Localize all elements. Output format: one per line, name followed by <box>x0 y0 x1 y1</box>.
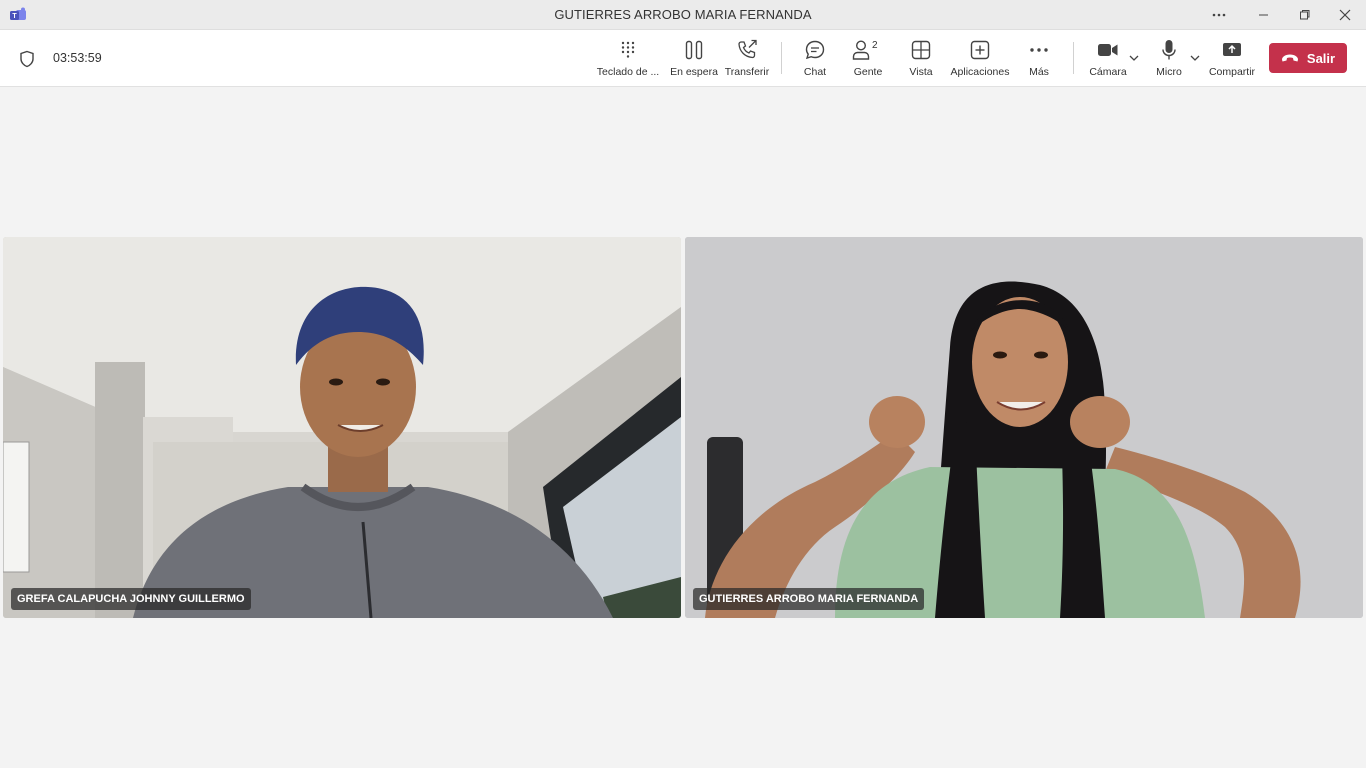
more-button[interactable]: Más <box>1022 39 1056 81</box>
minimize-button[interactable] <box>1243 0 1283 29</box>
window-title: GUTIERRES ARROBO MARIA FERNANDA <box>554 7 812 22</box>
video-stage: GREFA CALAPUCHA JOHNNY GUILLERMO GUTIERR… <box>0 87 1366 768</box>
transfer-label: Transferir <box>724 66 770 78</box>
mic-icon <box>1162 40 1176 60</box>
apps-label: Aplicaciones <box>950 66 1010 78</box>
close-icon <box>1339 9 1351 20</box>
toolbar-divider <box>781 42 782 74</box>
dialpad-label: Teclado de ... <box>596 66 660 78</box>
camera-label: Cámara <box>1089 66 1127 78</box>
people-label: Gente <box>853 66 883 78</box>
dialpad-icon <box>621 41 635 58</box>
chat-icon <box>805 40 825 60</box>
call-timer: 03:53:59 <box>53 51 102 65</box>
call-toolbar: 03:53:59 Teclado de ... En espera Transf… <box>0 30 1366 87</box>
share-icon <box>1223 43 1241 56</box>
more-icon <box>1212 13 1226 16</box>
people-icon <box>852 40 870 60</box>
participant-video-tile[interactable]: GREFA CALAPUCHA JOHNNY GUILLERMO <box>3 237 681 618</box>
participant-video-tile[interactable]: GUTIERRES ARROBO MARIA FERNANDA <box>685 237 1363 618</box>
view-icon <box>911 40 931 60</box>
hold-icon <box>685 40 703 60</box>
people-button[interactable]: 2 Gente <box>848 39 888 81</box>
mic-options-chevron-down-icon[interactable] <box>1190 53 1200 63</box>
hold-button[interactable]: En espera <box>670 39 718 81</box>
more-icon <box>1030 48 1048 52</box>
transfer-button[interactable]: Transferir <box>724 39 770 81</box>
title-bar: T GUTIERRES ARROBO MARIA FERNANDA <box>0 0 1366 30</box>
leave-button[interactable]: Salir <box>1269 43 1347 73</box>
toolbar-divider <box>1073 42 1074 74</box>
camera-icon <box>1098 44 1118 56</box>
more-label: Más <box>1029 66 1049 78</box>
view-button[interactable]: Vista <box>902 39 940 81</box>
hold-label: En espera <box>670 66 718 78</box>
participant-video-feed <box>685 237 1363 618</box>
share-label: Compartir <box>1208 66 1256 78</box>
chat-label: Chat <box>803 66 827 78</box>
participant-video-feed <box>3 237 681 618</box>
people-count: 2 <box>872 40 878 51</box>
apps-button[interactable]: Aplicaciones <box>950 39 1010 81</box>
apps-icon <box>970 40 990 60</box>
minimize-icon <box>1258 14 1268 16</box>
chat-button[interactable]: Chat <box>796 39 834 81</box>
mic-button[interactable]: Micro <box>1150 39 1188 81</box>
shield-icon[interactable] <box>19 50 35 68</box>
view-label: Vista <box>909 66 933 78</box>
restore-button[interactable] <box>1284 0 1324 29</box>
phone-hangup-icon <box>1281 54 1298 62</box>
participant-name-label: GUTIERRES ARROBO MARIA FERNANDA <box>693 588 925 610</box>
participant-name-label: GREFA CALAPUCHA JOHNNY GUILLERMO <box>11 588 251 610</box>
mic-label: Micro <box>1156 66 1182 78</box>
camera-options-chevron-down-icon[interactable] <box>1129 53 1139 63</box>
restore-icon <box>1299 10 1309 20</box>
share-button[interactable]: Compartir <box>1206 39 1258 81</box>
leave-label: Salir <box>1306 50 1336 66</box>
transfer-icon <box>738 39 757 59</box>
window-more-options-button[interactable] <box>1199 0 1239 29</box>
camera-button[interactable]: Cámara <box>1087 39 1129 81</box>
dialpad-button[interactable]: Teclado de ... <box>596 39 660 81</box>
close-button[interactable] <box>1325 0 1365 29</box>
